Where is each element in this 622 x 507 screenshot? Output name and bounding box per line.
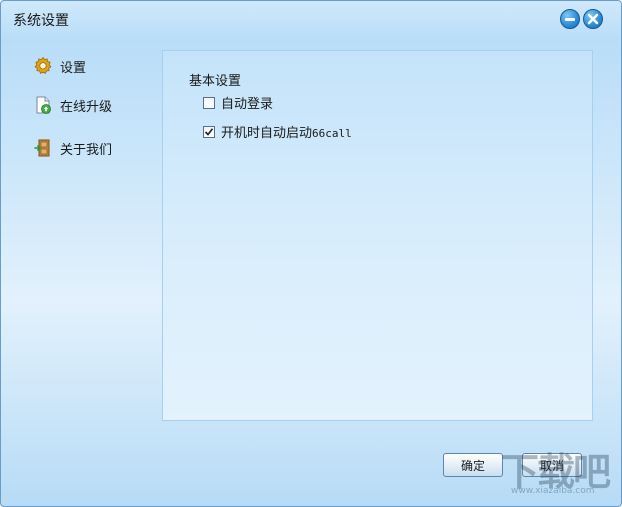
auto-start-checkbox[interactable] (203, 125, 215, 138)
sidebar-item-label: 关于我们 (60, 142, 113, 158)
close-button[interactable] (583, 9, 603, 29)
auto-start-label: 开机时自动启动66call (221, 122, 352, 141)
door-icon (33, 138, 53, 158)
ok-button[interactable]: 确定 (443, 453, 503, 477)
minimize-button[interactable] (560, 9, 580, 29)
auto-login-checkbox[interactable] (203, 96, 215, 109)
gear-icon (33, 56, 53, 76)
title-bar[interactable]: 系统设置 (1, 1, 621, 39)
watermark-url: www.xiazaiba.com (511, 486, 595, 496)
sidebar-item-label: 设置 (60, 60, 87, 76)
settings-panel: 基本设置 自动登录 开机时自动启动66call (162, 50, 593, 421)
app-name: 66call (312, 127, 352, 140)
sidebar-item-settings[interactable]: 设置 (33, 55, 86, 77)
auto-login-label: 自动登录 (221, 97, 274, 112)
section-title: 基本设置 (189, 74, 242, 89)
cancel-button[interactable]: 取消 (522, 453, 582, 477)
upgrade-document-icon (33, 95, 53, 115)
window-title: 系统设置 (13, 13, 69, 29)
sidebar-nav: 设置 在线升级 关于我们 (1, 49, 161, 209)
auto-start-option[interactable]: 开机时自动启动66call (203, 122, 352, 141)
sidebar-item-about[interactable]: 关于我们 (33, 137, 112, 159)
checkmark-icon (204, 127, 214, 136)
auto-start-label-text: 开机时自动启动 (221, 126, 313, 141)
settings-window: 系统设置 设置 在线升级 关于我们 基本设置 自动登录 开机时自动启动66cal… (0, 0, 622, 507)
sidebar-item-upgrade[interactable]: 在线升级 (33, 94, 112, 116)
sidebar-item-label: 在线升级 (60, 99, 113, 115)
close-icon (587, 13, 599, 25)
auto-login-option[interactable]: 自动登录 (203, 93, 273, 112)
